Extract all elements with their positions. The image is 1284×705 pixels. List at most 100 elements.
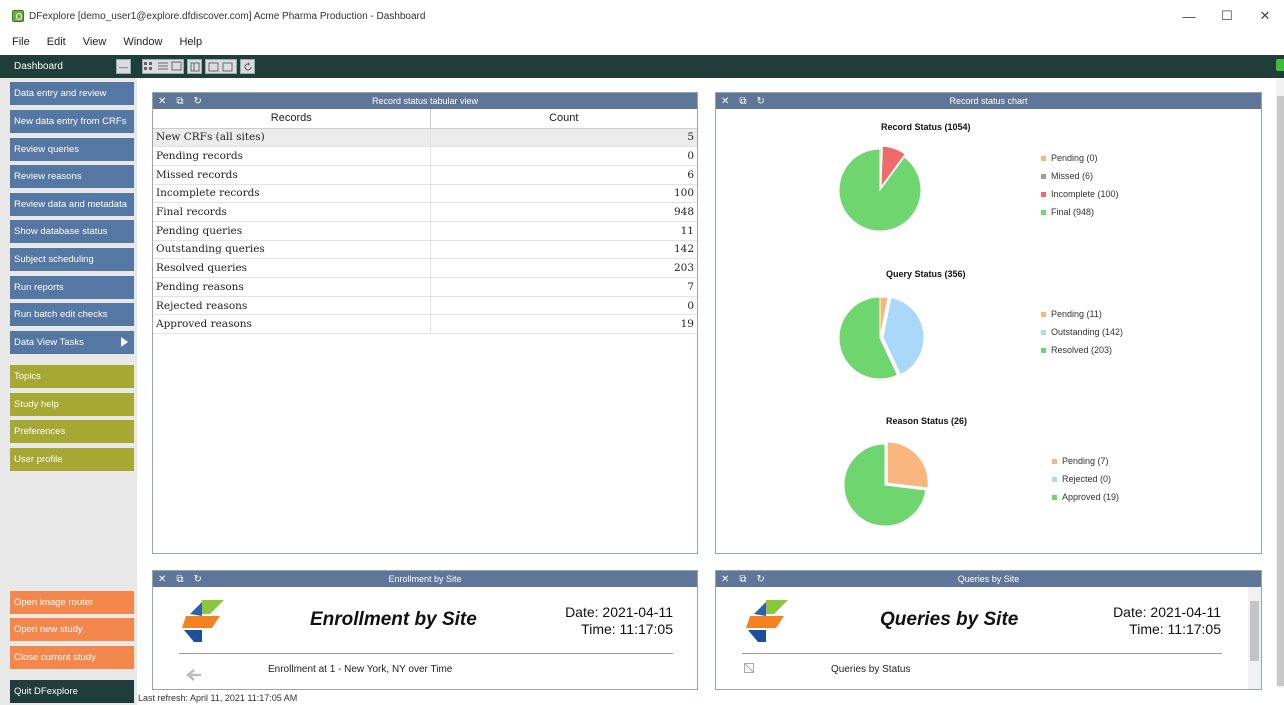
close-window-button[interactable]: ✕	[1246, 0, 1284, 32]
report-date: Date: 2021-04-11	[565, 604, 673, 620]
sidebar-item-preferences[interactable]: Preferences	[10, 420, 134, 443]
legend-item[interactable]: Resolved (203)	[1041, 341, 1123, 359]
table-row[interactable]: Final records 948	[153, 202, 697, 222]
legend-item[interactable]: Outstanding (142)	[1041, 323, 1123, 341]
report-scrollbar[interactable]	[1248, 587, 1261, 689]
table-row[interactable]: Resolved queries 203	[153, 258, 697, 278]
scrollbar-thumb[interactable]	[1250, 601, 1259, 661]
sidebar-item-user-profile[interactable]: User profile	[10, 448, 134, 471]
legend-swatch	[1041, 191, 1046, 197]
divider	[742, 653, 1222, 654]
menu-help[interactable]: Help	[179, 36, 202, 48]
legend-label: Outstanding (142)	[1051, 327, 1124, 337]
legend-item[interactable]: Pending (11)	[1041, 305, 1123, 323]
layout-toggle-group[interactable]	[142, 59, 184, 74]
back-arrow-icon[interactable]	[185, 669, 203, 681]
menu-edit[interactable]: Edit	[47, 36, 66, 48]
pie-slice[interactable]	[886, 441, 929, 489]
sidebar-item-topics[interactable]: Topics	[10, 365, 134, 388]
pie-slice[interactable]	[880, 145, 906, 189]
legend-label: Approved (19)	[1062, 492, 1120, 502]
quit-button[interactable]: Quit DFexplore	[10, 680, 134, 703]
chart-title: Query Status (356)	[886, 269, 966, 279]
last-refresh-status: Last refresh: April 11, 2021 11:17:05 AM	[138, 693, 298, 703]
column-header-records[interactable]: Records	[153, 109, 431, 129]
table-row[interactable]: Rejected reasons 0	[153, 296, 697, 316]
sidebar-item-open-image-router[interactable]: Open image router	[10, 591, 134, 614]
pie-slice[interactable]	[843, 443, 927, 527]
row-count: 203	[430, 258, 697, 278]
panel-header: ✕ ⧉ ↻ Enrollment by Site	[153, 571, 697, 587]
sidebar-item-new-data-entry[interactable]: New data entry from CRFs	[10, 110, 134, 133]
sidebar-item-review-data[interactable]: Review data and metadata	[10, 193, 134, 216]
panel-view-button[interactable]	[187, 59, 202, 74]
record-status-table: Records Count New CRFs (all sites) 5 Pendi…	[153, 109, 697, 335]
legend-label: Pending (7)	[1062, 456, 1109, 466]
window-title: DFexplore [demo_user1@explore.dfdiscover…	[29, 10, 426, 22]
record-table-body: New CRFs (all sites) 5 Pending records 0 Mis…	[153, 128, 697, 335]
legend-label: Rejected (0)	[1062, 474, 1112, 484]
sidebar-item-subject-scheduling[interactable]: Subject scheduling	[10, 248, 134, 271]
pie-slice[interactable]	[838, 296, 899, 380]
broken-image-icon	[744, 663, 754, 673]
row-count: 7	[430, 277, 697, 297]
legend-label: Missed (6)	[1051, 171, 1094, 181]
table-row[interactable]: Incomplete records 100	[153, 184, 697, 204]
report-time: Time: 11:17:05	[581, 621, 673, 637]
tile-view-button[interactable]	[205, 59, 237, 74]
table-row[interactable]: New CRFs (all sites) 5	[153, 128, 697, 148]
legend-swatch	[1052, 494, 1057, 500]
legend-item[interactable]: Pending (0)	[1041, 149, 1119, 167]
legend-item[interactable]: Approved (19)	[1052, 488, 1119, 506]
menu-window[interactable]: Window	[123, 36, 162, 48]
menu-file[interactable]: File	[12, 36, 30, 48]
sidebar-item-database-status[interactable]: Show database status	[10, 220, 134, 243]
table-row[interactable]: Pending queries 11	[153, 221, 697, 241]
legend-item[interactable]: Pending (7)	[1052, 452, 1119, 470]
column-header-count[interactable]: Count	[430, 109, 697, 129]
pie-chart	[838, 145, 922, 232]
table-row[interactable]: Pending reasons 7	[153, 277, 697, 297]
dashboard-scrollbar-thumb[interactable]	[1277, 96, 1284, 686]
row-count: 5	[430, 128, 697, 148]
chart-legend: Pending (7) Rejected (0) Approved (19)	[1052, 452, 1119, 506]
collapse-sidebar-button[interactable]: —	[116, 59, 131, 74]
sidebar-item-open-new-study[interactable]: Open new study	[10, 618, 134, 641]
table-row[interactable]: Outstanding queries 142	[153, 240, 697, 260]
panel-title: Queries by Site	[957, 574, 1020, 584]
report-subtitle: Queries by Status	[831, 664, 911, 675]
pie-slice[interactable]	[882, 296, 925, 376]
table-row[interactable]: Pending records 0	[153, 146, 697, 166]
pie-slice[interactable]	[838, 148, 922, 232]
legend-swatch	[1041, 329, 1046, 335]
menu-view[interactable]: View	[83, 36, 107, 48]
legend-label: Resolved (203)	[1051, 345, 1113, 355]
legend-item[interactable]: Incomplete (100)	[1041, 185, 1119, 203]
sidebar-item-review-queries[interactable]: Review queries	[10, 138, 134, 161]
sidebar-item-batch-edit-checks[interactable]: Run batch edit checks	[10, 303, 134, 326]
legend-item[interactable]: Final (948)	[1041, 203, 1119, 221]
panel-title: Record status chart	[949, 96, 1028, 106]
report-subtitle: Enrollment at 1 - New York, NY over Time	[268, 664, 453, 675]
legend-swatch	[1041, 347, 1046, 353]
panel-title: Enrollment by Site	[388, 574, 462, 584]
maximize-button[interactable]: ☐	[1208, 0, 1246, 32]
sidebar-item-study-help[interactable]: Study help	[10, 393, 134, 416]
report-heading: Queries by Site	[880, 609, 1019, 630]
sidebar-item-run-reports[interactable]: Run reports	[10, 276, 134, 299]
sidebar-item-data-entry[interactable]: Data entry and review	[10, 82, 134, 105]
sidebar-item-review-reasons[interactable]: Review reasons	[10, 165, 134, 188]
row-count: 100	[430, 184, 697, 204]
sidebar-item-close-study[interactable]: Close current study	[10, 646, 134, 669]
legend-label: Final (948)	[1051, 207, 1095, 217]
toolbar-refresh-button[interactable]	[240, 59, 255, 74]
legend-item[interactable]: Rejected (0)	[1052, 470, 1119, 488]
pie-slice[interactable]	[879, 148, 882, 191]
sidebar-item-data-view-tasks[interactable]: Data View Tasks	[10, 331, 134, 354]
row-label: New CRFs (all sites)	[153, 128, 431, 148]
table-row[interactable]: Approved reasons 19	[153, 314, 697, 335]
pie-slice[interactable]	[879, 296, 889, 339]
minimize-button[interactable]: —	[1170, 0, 1208, 32]
table-row[interactable]: Missed records 6	[153, 165, 697, 185]
legend-item[interactable]: Missed (6)	[1041, 167, 1119, 185]
